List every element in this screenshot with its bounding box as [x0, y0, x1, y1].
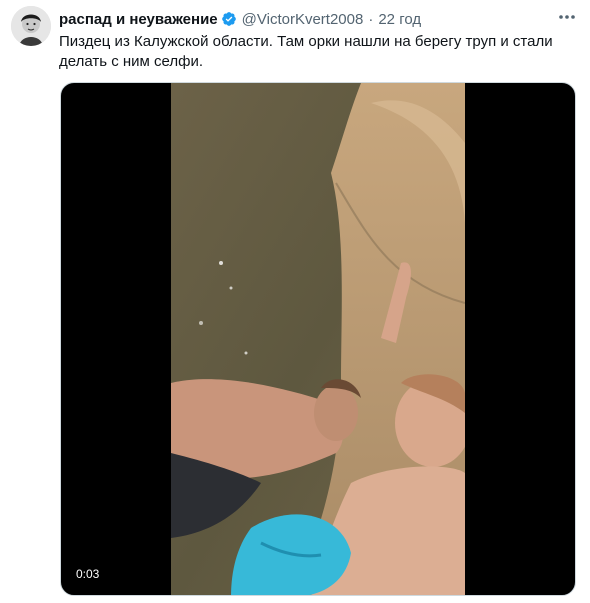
author-name[interactable]: распад и неуважение — [59, 11, 218, 28]
video-thumbnail-image — [171, 83, 465, 595]
avatar[interactable] — [11, 6, 51, 46]
video-player[interactable]: 0:03 — [60, 82, 576, 596]
video-duration-badge: 0:03 — [71, 565, 105, 583]
tweet-timestamp[interactable]: 22 год — [378, 11, 421, 28]
tweet: распад и неуважение @VictorKvert2008 · 2… — [0, 0, 590, 603]
tweet-header: распад и неуважение @VictorKvert2008 · 2… — [59, 8, 560, 30]
tweet-text: Пиздец из Калужской области. Там орки на… — [59, 33, 553, 70]
more-options-icon — [559, 15, 575, 19]
avatar-illustration — [11, 6, 51, 46]
video-frame — [171, 83, 465, 595]
meta-separator: · — [368, 10, 374, 28]
author-handle[interactable]: @VictorKvert2008 — [242, 11, 364, 28]
more-options-button[interactable] — [556, 8, 578, 26]
verified-badge-icon — [221, 12, 236, 26]
